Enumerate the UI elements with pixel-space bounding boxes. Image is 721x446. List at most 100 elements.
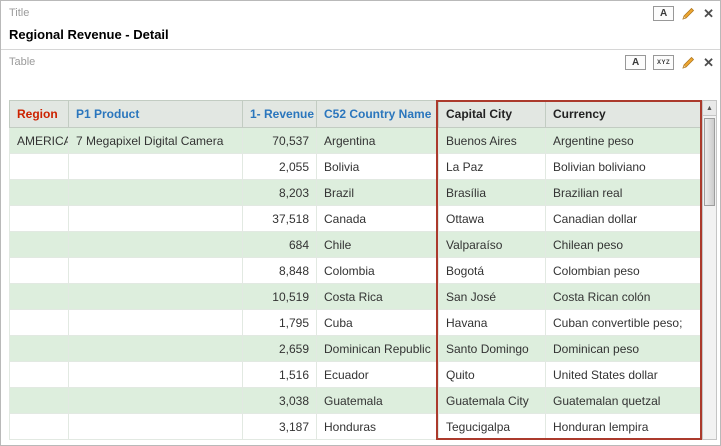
table-row: 3,038 Guatemala Guatemala City Guatemalan q… (9, 387, 702, 414)
edit-table-pencil-icon[interactable] (681, 55, 696, 70)
table-view-header: Table A XYZ ✕ (1, 50, 720, 70)
cell-revenue: 8,848 (242, 257, 317, 284)
cell-revenue: 684 (242, 231, 317, 258)
cell-region (9, 361, 69, 388)
table-row: 684 Chile Valparaíso Chilean peso (9, 231, 702, 258)
cell-revenue: 70,537 (242, 127, 317, 154)
cell-product (68, 257, 243, 284)
format-title-icon[interactable]: A (653, 6, 675, 21)
cell-revenue: 1,795 (242, 309, 317, 336)
table-head: Region P1 Product 1- Revenue C52 Country Na… (9, 100, 702, 128)
cell-capital: Tegucigalpa (438, 413, 546, 440)
table-row: 2,055 Bolivia La Paz Bolivian boliviano (9, 153, 702, 180)
column-header-revenue[interactable]: 1- Revenue (242, 100, 317, 128)
cell-capital: San José (438, 283, 546, 310)
cell-product (68, 153, 243, 180)
column-header-product[interactable]: P1 Product (68, 100, 243, 128)
cell-country[interactable]: Chile (316, 231, 439, 258)
cell-product (68, 309, 243, 336)
results-table: Region P1 Product 1- Revenue C52 Country Na… (9, 100, 702, 440)
cell-currency: Honduran lempira (545, 413, 702, 440)
edit-title-pencil-icon[interactable] (681, 6, 696, 21)
title-view-header: Title A ✕ (1, 1, 720, 21)
cell-region[interactable]: AMERICAS (9, 127, 69, 154)
cell-product (68, 179, 243, 206)
cell-capital: Quito (438, 361, 546, 388)
table-row: AMERICAS7 Megapixel Digital Camera70,537… (9, 127, 702, 154)
cell-region (9, 205, 69, 232)
cell-country[interactable]: Bolivia (316, 153, 439, 180)
cell-revenue: 3,187 (242, 413, 317, 440)
vertical-scrollbar[interactable]: ▲ (702, 100, 717, 440)
cell-region (9, 179, 69, 206)
column-header-currency[interactable]: Currency (545, 100, 702, 128)
cell-region (9, 231, 69, 258)
cell-currency: United States dollar (545, 361, 702, 388)
scrollbar-thumb[interactable] (704, 118, 715, 206)
cell-country[interactable]: Colombia (316, 257, 439, 284)
up-arrow-icon: ▲ (706, 104, 713, 112)
cell-region (9, 413, 69, 440)
cell-revenue: 37,518 (242, 205, 317, 232)
report-title: Regional Revenue - Detail (9, 27, 169, 42)
cell-currency: Chilean peso (545, 231, 702, 258)
column-header-capital[interactable]: Capital City (438, 100, 546, 128)
cell-country[interactable]: Cuba (316, 309, 439, 336)
scroll-up-button[interactable]: ▲ (703, 101, 716, 116)
cell-region (9, 335, 69, 362)
cell-revenue: 10,519 (242, 283, 317, 310)
title-view: Title A ✕ Regional Revenue - Detail (1, 1, 720, 50)
cell-currency: Canadian dollar (545, 205, 702, 232)
cell-country[interactable]: Guatemala (316, 387, 439, 414)
remove-title-icon[interactable]: ✕ (703, 6, 714, 21)
table-row: 37,518 Canada Ottawa Canadian dollar (9, 205, 702, 232)
cell-currency: Bolivian boliviano (545, 153, 702, 180)
table-view-label: Table (9, 56, 36, 68)
remove-table-icon[interactable]: ✕ (703, 55, 714, 70)
cell-region (9, 387, 69, 414)
title-view-toolbar: A ✕ (653, 6, 714, 21)
cell-region (9, 283, 69, 310)
cell-revenue: 8,203 (242, 179, 317, 206)
cell-product (68, 387, 243, 414)
format-table-icon[interactable]: A (625, 55, 647, 70)
table-area: Region P1 Product 1- Revenue C52 Country Na… (9, 100, 720, 440)
cell-product (68, 205, 243, 232)
cell-capital: Havana (438, 309, 546, 336)
cell-product (68, 283, 243, 310)
column-header-country[interactable]: C52 Country Name (316, 100, 439, 128)
cell-product[interactable]: 7 Megapixel Digital Camera (68, 127, 243, 154)
cell-capital: Buenos Aires (438, 127, 546, 154)
cell-country[interactable]: Dominican Republic (316, 335, 439, 362)
cell-product (68, 231, 243, 258)
format-values-icon[interactable]: XYZ (653, 55, 675, 70)
cell-currency: Brazilian real (545, 179, 702, 206)
cell-currency: Colombian peso (545, 257, 702, 284)
column-header-region[interactable]: Region (9, 100, 69, 128)
cell-product (68, 335, 243, 362)
cell-revenue: 1,516 (242, 361, 317, 388)
table-row: 2,659 Dominican Republic Santo Domingo Domi… (9, 335, 702, 362)
cell-country[interactable]: Costa Rica (316, 283, 439, 310)
cell-country[interactable]: Brazil (316, 179, 439, 206)
cell-country[interactable]: Ecuador (316, 361, 439, 388)
cell-region (9, 153, 69, 180)
cell-capital: La Paz (438, 153, 546, 180)
table-row: 10,519 Costa Rica San José Costa Rican coló… (9, 283, 702, 310)
cell-country[interactable]: Honduras (316, 413, 439, 440)
cell-capital: Ottawa (438, 205, 546, 232)
cell-capital: Santo Domingo (438, 335, 546, 362)
cell-country[interactable]: Canada (316, 205, 439, 232)
cell-revenue: 2,659 (242, 335, 317, 362)
table-row: 8,203 Brazil Brasília Brazilian real (9, 179, 702, 206)
table-view-toolbar: A XYZ ✕ (625, 55, 714, 70)
analysis-layout: Title A ✕ Regional Revenue - Detail Tabl… (0, 0, 721, 446)
cell-currency: Costa Rican colón (545, 283, 702, 310)
cell-capital: Bogotá (438, 257, 546, 284)
cell-region (9, 309, 69, 336)
table-row: 3,187 Honduras Tegucigalpa Honduran lempira (9, 413, 702, 440)
cell-product (68, 413, 243, 440)
cell-country[interactable]: Argentina (316, 127, 439, 154)
table-row: 8,848 Colombia Bogotá Colombian peso (9, 257, 702, 284)
title-view-label: Title (9, 7, 30, 19)
